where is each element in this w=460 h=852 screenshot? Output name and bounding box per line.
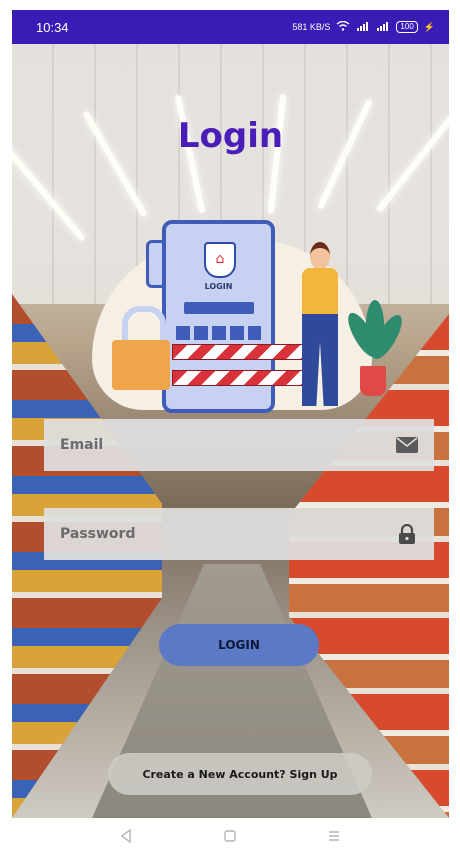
signup-link[interactable]: Create a New Account? Sign Up	[108, 753, 372, 795]
status-time: 10:34	[36, 19, 69, 35]
barrier-tape	[172, 344, 304, 360]
password-field[interactable]: Password	[44, 508, 434, 560]
menu-lines-icon[interactable]	[327, 828, 341, 847]
app-screen: 10:34 581 KB/S 100 ⚡ Login ⌂ LOGIN Email…	[12, 10, 449, 818]
back-triangle-icon[interactable]	[119, 828, 133, 847]
lock-icon	[396, 524, 418, 544]
woman-figure	[288, 242, 348, 412]
home-square-icon[interactable]	[223, 828, 237, 847]
charging-icon: ⚡	[423, 21, 435, 32]
signal-icon	[356, 21, 370, 33]
plant-icon	[342, 300, 408, 400]
plant-pot	[360, 366, 386, 396]
login-button[interactable]: LOGIN	[159, 624, 319, 666]
password-placeholder: Password	[60, 526, 136, 542]
email-field[interactable]: Email	[44, 419, 434, 471]
login-illustration: ⌂ LOGIN	[92, 220, 412, 420]
envelope-icon	[396, 436, 418, 454]
padlock-icon	[112, 340, 170, 390]
illustration-input-bar	[184, 302, 254, 314]
shield-icon: ⌂	[204, 242, 236, 278]
person-head	[310, 242, 330, 270]
barrier-tape	[172, 370, 304, 386]
illustration-pin-dots	[176, 326, 261, 340]
status-icons: 581 KB/S 100 ⚡	[292, 20, 435, 33]
person-torso	[302, 268, 338, 314]
battery-icon: 100	[396, 21, 418, 33]
status-bar: 10:34 581 KB/S 100 ⚡	[12, 10, 449, 44]
signal-icon-2	[376, 21, 390, 33]
wifi-icon	[336, 20, 350, 33]
page-title: Login	[177, 116, 284, 156]
illustration-login-label: LOGIN	[204, 282, 233, 291]
person-legs	[302, 314, 338, 406]
email-placeholder: Email	[60, 437, 104, 453]
system-nav-bar	[0, 822, 460, 852]
network-speed: 581 KB/S	[292, 22, 331, 32]
